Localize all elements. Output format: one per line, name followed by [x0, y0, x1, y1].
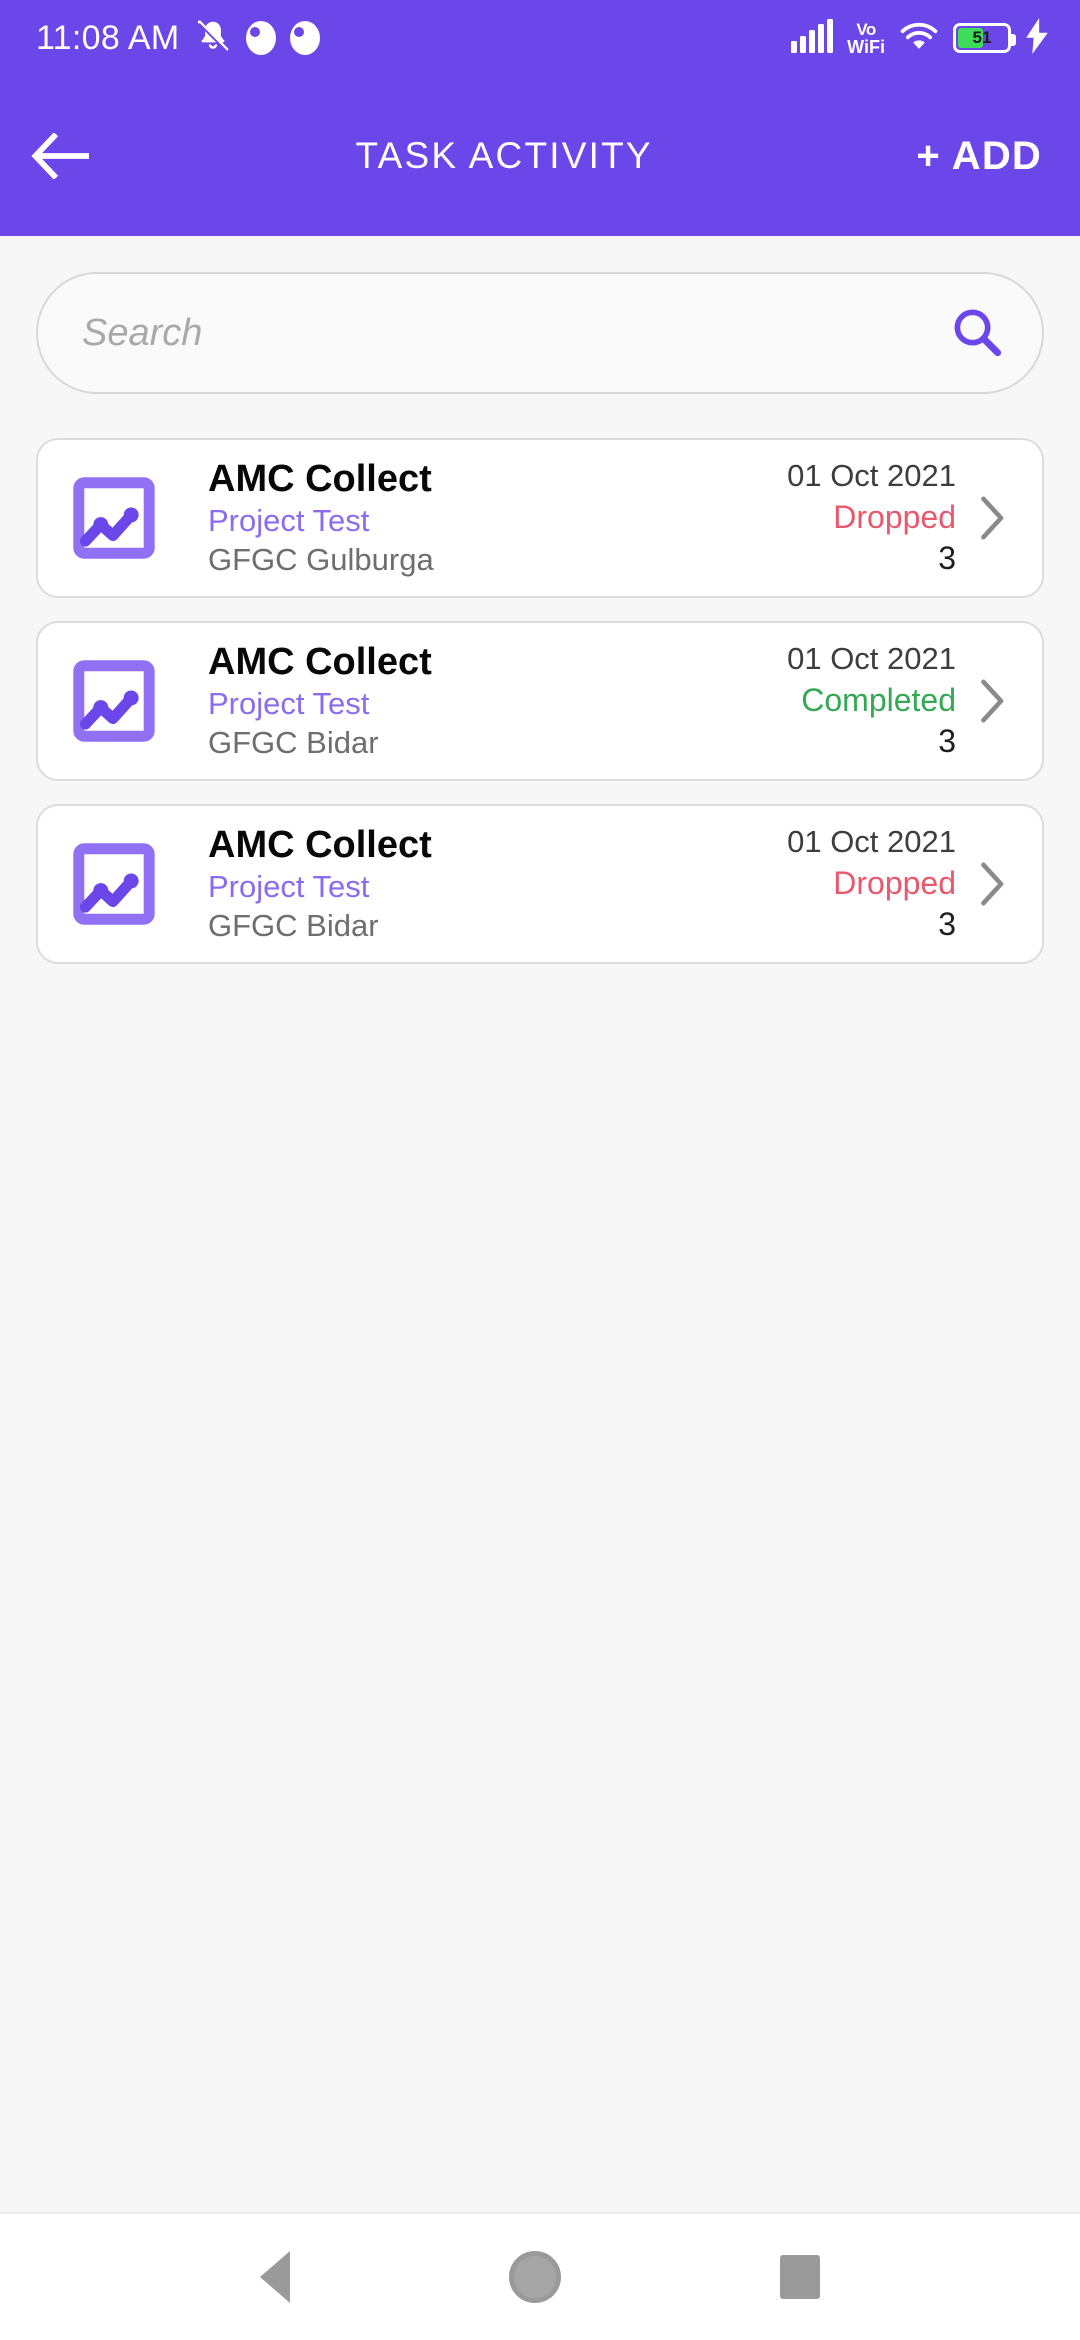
page-title: TASK ACTIVITY [355, 135, 653, 176]
app-badge-icon [245, 21, 276, 55]
status-badge: Dropped [833, 498, 956, 535]
back-button[interactable] [30, 125, 92, 187]
task-location: GFGC Bidar [208, 907, 379, 943]
search-bar[interactable]: Search [36, 272, 1044, 394]
nav-home-icon[interactable] [508, 2251, 561, 2303]
phone-screen: 11:08 AM Vo WiFi 51 TASK ACTIVITY + ADD … [0, 0, 1080, 2340]
task-project: Project Test [208, 685, 370, 721]
vowifi-label-bottom: WiFi [847, 36, 885, 57]
status-bar-right: Vo WiFi 51 [790, 17, 1050, 59]
vowifi-label-top: Vo [856, 19, 876, 39]
task-date: 01 Oct 2021 [787, 823, 956, 859]
task-date: 01 Oct 2021 [787, 457, 956, 493]
task-list: AMC Collect Project Test GFGC Gulburga 0… [36, 438, 1044, 964]
signal-bars-icon [790, 18, 834, 58]
task-project: Project Test [208, 502, 370, 538]
task-card-meta: 01 Oct 2021 Dropped 3 [787, 458, 956, 578]
task-card-meta: 01 Oct 2021 Completed 3 [787, 641, 956, 761]
task-card[interactable]: AMC Collect Project Test GFGC Bidar 01 O… [36, 621, 1044, 781]
task-title: AMC Collect [208, 824, 432, 867]
status-badge: Dropped [833, 864, 956, 901]
wifi-icon [898, 19, 940, 58]
status-bar-left: 11:08 AM [36, 17, 320, 60]
search-input[interactable]: Search [82, 312, 202, 355]
task-location: GFGC Bidar [208, 724, 379, 760]
task-card-meta: 01 Oct 2021 Dropped 3 [787, 824, 956, 944]
chevron-right-icon[interactable] [970, 861, 1016, 907]
task-card-main: AMC Collect Project Test GFGC Bidar [182, 641, 787, 760]
nav-back-icon[interactable] [259, 2251, 290, 2303]
task-card[interactable]: AMC Collect Project Test GFGC Bidar 01 O… [36, 804, 1044, 964]
task-title: AMC Collect [208, 458, 432, 501]
status-bar: 11:08 AM Vo WiFi 51 [0, 0, 1080, 76]
app-badge-icon [289, 21, 320, 55]
chevron-right-icon[interactable] [970, 678, 1016, 724]
nav-recents-icon[interactable] [780, 2255, 821, 2299]
task-project: Project Test [208, 868, 370, 904]
status-badge: Completed [801, 681, 956, 718]
task-card-main: AMC Collect Project Test GFGC Bidar [182, 824, 787, 943]
task-card-main: AMC Collect Project Test GFGC Gulburga [182, 458, 787, 577]
task-card[interactable]: AMC Collect Project Test GFGC Gulburga 0… [36, 438, 1044, 598]
task-date: 01 Oct 2021 [787, 640, 956, 676]
android-navigation-bar [0, 2212, 1080, 2340]
chart-activity-icon [68, 655, 160, 747]
app-bar: TASK ACTIVITY + ADD [0, 76, 1080, 236]
charging-bolt-icon [1024, 17, 1050, 59]
chart-activity-icon [68, 838, 160, 930]
chevron-right-icon[interactable] [970, 495, 1016, 541]
search-icon[interactable] [950, 305, 1002, 362]
chart-activity-icon [68, 472, 160, 564]
battery-percent-label: 51 [972, 28, 992, 47]
bell-muted-icon [194, 17, 232, 60]
task-count: 3 [938, 540, 956, 577]
task-title: AMC Collect [208, 641, 432, 684]
status-clock: 11:08 AM [36, 18, 180, 57]
vowifi-indicator: Vo WiFi [847, 21, 885, 56]
main-content: Search AMC Collect Project Test GFGC Gul… [0, 236, 1080, 2212]
task-count: 3 [938, 906, 956, 943]
add-button[interactable]: + ADD [916, 134, 1042, 179]
battery-icon: 51 [953, 23, 1016, 53]
task-location: GFGC Gulburga [208, 541, 434, 577]
task-count: 3 [938, 723, 956, 760]
